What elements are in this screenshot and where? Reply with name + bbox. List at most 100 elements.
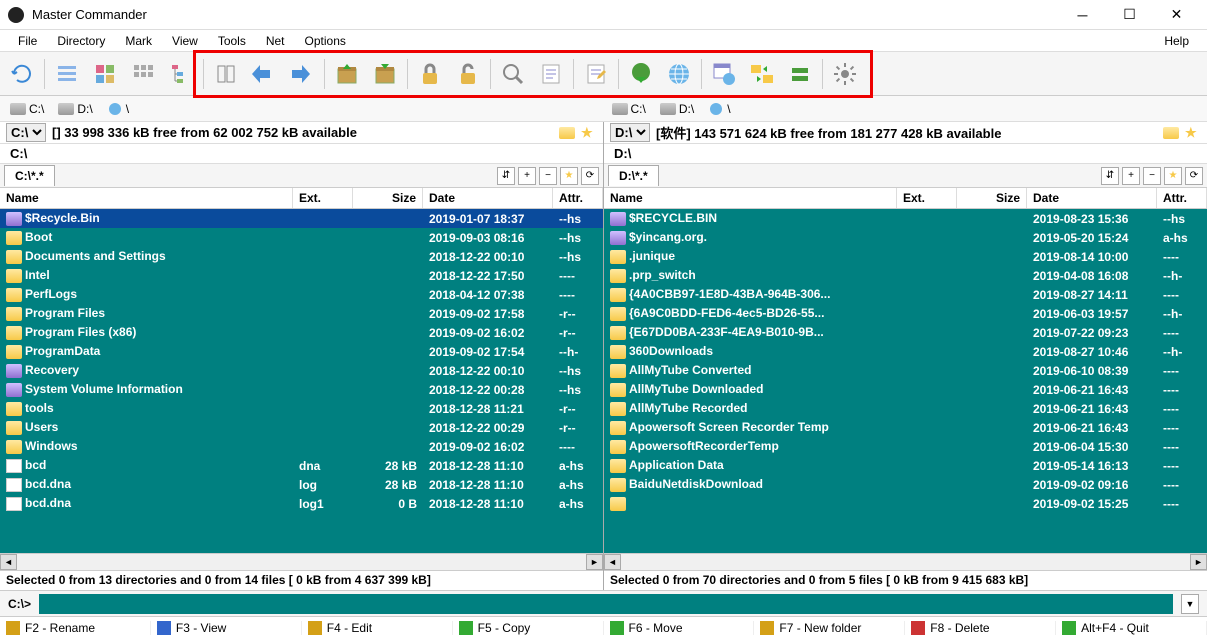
- right-list-body[interactable]: $RECYCLE.BIN2019-08-23 15:36--hs$yincang…: [604, 209, 1207, 553]
- table-row[interactable]: $yincang.org.2019-05-20 15:24a-hs: [604, 228, 1207, 247]
- menu-tools[interactable]: Tools: [208, 32, 256, 50]
- table-row[interactable]: bcd.dnalog10 B2018-12-28 11:10a-hs: [0, 494, 603, 513]
- menu-mark[interactable]: Mark: [115, 32, 162, 50]
- table-row[interactable]: AllMyTube Converted2019-06-10 08:39----: [604, 361, 1207, 380]
- pack-icon[interactable]: [329, 56, 365, 92]
- table-row[interactable]: ApowersoftRecorderTemp2019-06-04 15:30--…: [604, 437, 1207, 456]
- table-row[interactable]: bcd.dnalog28 kB2018-12-28 11:10a-hs: [0, 475, 603, 494]
- tab-fav-icon[interactable]: ★: [560, 167, 578, 185]
- table-row[interactable]: PerfLogs2018-04-12 07:38----: [0, 285, 603, 304]
- drive-d-left[interactable]: D:\: [54, 101, 96, 117]
- table-row[interactable]: AllMyTube Recorded2019-06-21 16:43----: [604, 399, 1207, 418]
- scroll-left-icon[interactable]: ◄: [0, 554, 17, 570]
- minimize-button[interactable]: ─: [1060, 1, 1105, 29]
- table-row[interactable]: Documents and Settings2018-12-22 00:10--…: [0, 247, 603, 266]
- lock-icon[interactable]: [412, 56, 448, 92]
- table-row[interactable]: Boot2019-09-03 08:16--hs: [0, 228, 603, 247]
- table-row[interactable]: 2019-09-02 15:25----: [604, 494, 1207, 513]
- settings-icon[interactable]: [827, 56, 863, 92]
- swap-panels-icon[interactable]: ⇵: [1101, 167, 1119, 185]
- left-list-body[interactable]: $Recycle.Bin2019-01-07 18:37--hsBoot2019…: [0, 209, 603, 553]
- menu-view[interactable]: View: [162, 32, 208, 50]
- table-row[interactable]: ProgramData2019-09-02 17:54--h-: [0, 342, 603, 361]
- menu-file[interactable]: File: [8, 32, 47, 50]
- table-row[interactable]: Users2018-12-22 00:29-r--: [0, 418, 603, 437]
- compare-icon[interactable]: [782, 56, 818, 92]
- menu-options[interactable]: Options: [295, 32, 356, 50]
- drive-net-left[interactable]: \: [103, 101, 133, 117]
- table-row[interactable]: {6A9C0BDD-FED6-4ec5-BD26-55...2019-06-03…: [604, 304, 1207, 323]
- table-row[interactable]: $Recycle.Bin2019-01-07 18:37--hs: [0, 209, 603, 228]
- col-ext[interactable]: Ext.: [293, 188, 353, 208]
- table-row[interactable]: $RECYCLE.BIN2019-08-23 15:36--hs: [604, 209, 1207, 228]
- fkey-delete[interactable]: F8 - Delete: [905, 621, 1056, 635]
- globe-icon[interactable]: [661, 56, 697, 92]
- table-row[interactable]: System Volume Information2018-12-22 00:2…: [0, 380, 603, 399]
- close-tab-icon[interactable]: −: [539, 167, 557, 185]
- history-icon[interactable]: ⟳: [581, 167, 599, 185]
- table-row[interactable]: AllMyTube Downloaded2019-06-21 16:43----: [604, 380, 1207, 399]
- table-row[interactable]: {4A0CBB97-1E8D-43BA-964B-306...2019-08-2…: [604, 285, 1207, 304]
- forward-icon[interactable]: [284, 56, 320, 92]
- col-size[interactable]: Size: [353, 188, 423, 208]
- cmd-history-dropdown[interactable]: ▼: [1181, 594, 1199, 614]
- table-row[interactable]: Intel2018-12-22 17:50----: [0, 266, 603, 285]
- new-tab-icon[interactable]: +: [518, 167, 536, 185]
- menu-net[interactable]: Net: [256, 32, 295, 50]
- left-drive-select[interactable]: C:\: [6, 123, 46, 142]
- fkey-quit[interactable]: Alt+F4 - Quit: [1056, 621, 1207, 635]
- drive-c-right[interactable]: C:\: [608, 101, 650, 117]
- table-row[interactable]: BaiduNetdiskDownload2019-09-02 09:16----: [604, 475, 1207, 494]
- col-ext[interactable]: Ext.: [897, 188, 957, 208]
- view-grid-icon[interactable]: [125, 56, 161, 92]
- back-icon[interactable]: [246, 56, 282, 92]
- right-drive-select[interactable]: D:\: [610, 123, 650, 142]
- new-tab-icon[interactable]: +: [1122, 167, 1140, 185]
- left-tab[interactable]: C:\*.*: [4, 165, 55, 186]
- table-row[interactable]: Program Files (x86)2019-09-02 16:02-r--: [0, 323, 603, 342]
- fkey-edit[interactable]: F4 - Edit: [302, 621, 453, 635]
- fkey-view[interactable]: F3 - View: [151, 621, 302, 635]
- view-tree-icon[interactable]: [163, 56, 199, 92]
- col-date[interactable]: Date: [1027, 188, 1157, 208]
- refresh-icon[interactable]: [4, 56, 40, 92]
- table-row[interactable]: .junique2019-08-14 10:00----: [604, 247, 1207, 266]
- col-name[interactable]: Name: [604, 188, 897, 208]
- sync-folders-icon[interactable]: [744, 56, 780, 92]
- col-attr[interactable]: Attr.: [553, 188, 603, 208]
- table-row[interactable]: Application Data2019-05-14 16:13----: [604, 456, 1207, 475]
- unpack-icon[interactable]: [367, 56, 403, 92]
- table-row[interactable]: Program Files2019-09-02 17:58-r--: [0, 304, 603, 323]
- scroll-right-icon[interactable]: ►: [1190, 554, 1207, 570]
- drive-net-right[interactable]: \: [704, 101, 734, 117]
- drive-d-right[interactable]: D:\: [656, 101, 698, 117]
- history-icon[interactable]: ⟳: [1185, 167, 1203, 185]
- window-globe-icon[interactable]: [706, 56, 742, 92]
- favorites-icon[interactable]: ★: [581, 125, 597, 141]
- tab-fav-icon[interactable]: ★: [1164, 167, 1182, 185]
- table-row[interactable]: Windows2019-09-02 16:02----: [0, 437, 603, 456]
- right-hscroll[interactable]: ◄ ►: [604, 553, 1207, 570]
- table-row[interactable]: tools2018-12-28 11:21-r--: [0, 399, 603, 418]
- maximize-button[interactable]: ☐: [1107, 1, 1152, 29]
- col-size[interactable]: Size: [957, 188, 1027, 208]
- view-same-icon[interactable]: [208, 56, 244, 92]
- fkey-newfolder[interactable]: F7 - New folder: [754, 621, 905, 635]
- table-row[interactable]: .prp_switch2019-04-08 16:08--h-: [604, 266, 1207, 285]
- left-hscroll[interactable]: ◄ ►: [0, 553, 603, 570]
- search-icon[interactable]: [495, 56, 531, 92]
- col-name[interactable]: Name: [0, 188, 293, 208]
- close-tab-icon[interactable]: −: [1143, 167, 1161, 185]
- fkey-move[interactable]: F6 - Move: [604, 621, 755, 635]
- edit-icon[interactable]: [578, 56, 614, 92]
- fkey-copy[interactable]: F5 - Copy: [453, 621, 604, 635]
- table-row[interactable]: {E67DD0BA-233F-4EA9-B010-9B...2019-07-22…: [604, 323, 1207, 342]
- view-list-icon[interactable]: [49, 56, 85, 92]
- scroll-right-icon[interactable]: ►: [586, 554, 603, 570]
- close-button[interactable]: ✕: [1154, 1, 1199, 29]
- view-thumb-icon[interactable]: [87, 56, 123, 92]
- table-row[interactable]: bcddna28 kB2018-12-28 11:10a-hs: [0, 456, 603, 475]
- menu-directory[interactable]: Directory: [47, 32, 115, 50]
- folder-open-icon[interactable]: [559, 127, 575, 139]
- col-attr[interactable]: Attr.: [1157, 188, 1207, 208]
